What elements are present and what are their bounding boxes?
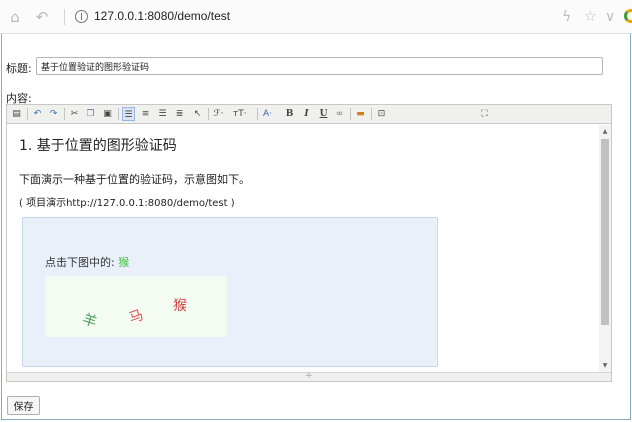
copy-icon[interactable]: ❐ (84, 107, 97, 121)
undo-icon[interactable]: ↶ (31, 107, 44, 121)
address-bar[interactable]: 127.0.0.1:8080/demo/test (94, 9, 230, 23)
image-icon[interactable]: ▬ (354, 107, 367, 121)
source-icon[interactable]: ▤ (10, 107, 23, 121)
underline-button[interactable]: U (317, 107, 330, 121)
cut-icon[interactable]: ✂ (68, 107, 81, 121)
demo-link-text: ( 项目演示http://127.0.0.1:8080/demo/test ) (19, 198, 235, 209)
editor-toolbar: ▤ ↶ ↷ ✂ ❐ ▣ ☰ ≡ ☰ ≣ ↖ ℱ· ᴛT· A· B I U ∞ … (7, 105, 611, 124)
align-justify-icon[interactable]: ≣ (173, 107, 186, 121)
captcha-image[interactable]: 羊 马 猴 (45, 276, 227, 337)
template-icon[interactable]: ⊡ (375, 107, 388, 121)
intro-paragraph: 下面演示一种基于位置的验证码，示意图如下。 (19, 173, 250, 186)
home-icon[interactable]: ⌂ (6, 8, 24, 26)
editor-content-area[interactable]: 1. 基于位置的图形验证码 下面演示一种基于位置的验证码，示意图如下。 ( 项目… (7, 125, 599, 372)
toolbar-separator (208, 108, 209, 120)
toolbar-separator (64, 108, 65, 120)
captcha-char[interactable]: 马 (126, 304, 146, 328)
title-input[interactable] (36, 57, 603, 75)
cursor-icon[interactable]: ↖ (191, 107, 204, 121)
bold-button[interactable]: B (283, 107, 296, 121)
toolbar-separator (350, 108, 351, 120)
toolbar-separator (371, 108, 372, 120)
scroll-down-icon[interactable]: ▼ (599, 361, 611, 370)
link-icon[interactable]: ∞ (333, 107, 346, 121)
font-size-dropdown[interactable]: ᴛT· (233, 107, 247, 121)
resize-handle-icon[interactable]: ÷ (305, 371, 313, 381)
editor-scrollbar[interactable]: ▲ ▼ (599, 125, 611, 372)
toolbar-separator (118, 108, 119, 120)
scroll-thumb[interactable] (601, 139, 609, 325)
redo-icon[interactable]: ↷ (47, 107, 60, 121)
captcha-prompt-text: 点击下图中的: (45, 256, 119, 269)
captcha-char[interactable]: 羊 (80, 308, 99, 331)
chevron-down-icon[interactable]: ∨ (605, 8, 615, 26)
browser-logo-icon (624, 9, 632, 23)
captcha-char[interactable]: 猴 (172, 295, 187, 316)
font-color-dropdown[interactable]: A· (261, 107, 274, 121)
captcha-demo-panel: 点击下图中的: 猴 羊 马 猴 (22, 217, 438, 367)
paste-icon[interactable]: ▣ (101, 107, 114, 121)
document-heading: 1. 基于位置的图形验证码 (19, 138, 177, 154)
italic-button[interactable]: I (300, 107, 313, 121)
browser-bar: ⌂ ↶ 127.0.0.1:8080/demo/test ϟ ☆ ∨ (0, 0, 632, 34)
scroll-up-icon[interactable]: ▲ (599, 127, 611, 136)
editor-resize-bar[interactable]: ÷ (7, 371, 611, 381)
toolbar-divider (64, 9, 65, 25)
align-center-icon[interactable]: ≡ (139, 107, 152, 121)
toolbar-separator (257, 108, 258, 120)
font-family-dropdown[interactable]: ℱ· (212, 107, 225, 121)
toolbar-separator (27, 108, 28, 120)
title-label: 标题: (6, 62, 32, 75)
captcha-target-char: 猴 (118, 256, 130, 269)
fullscreen-icon[interactable]: ⛶ (478, 107, 491, 121)
align-right-icon[interactable]: ☰ (156, 107, 169, 121)
captcha-prompt: 点击下图中的: 猴 (45, 254, 129, 270)
lightning-icon[interactable]: ϟ (562, 8, 571, 26)
align-left-icon[interactable]: ☰ (122, 107, 135, 121)
save-button[interactable]: 保存 (7, 396, 40, 415)
undo-icon[interactable]: ↶ (33, 8, 51, 26)
rich-text-editor: ▤ ↶ ↷ ✂ ❐ ▣ ☰ ≡ ☰ ≣ ↖ ℱ· ᴛT· A· B I U ∞ … (6, 104, 612, 382)
star-icon[interactable]: ☆ (584, 8, 597, 26)
globe-icon (75, 10, 88, 23)
